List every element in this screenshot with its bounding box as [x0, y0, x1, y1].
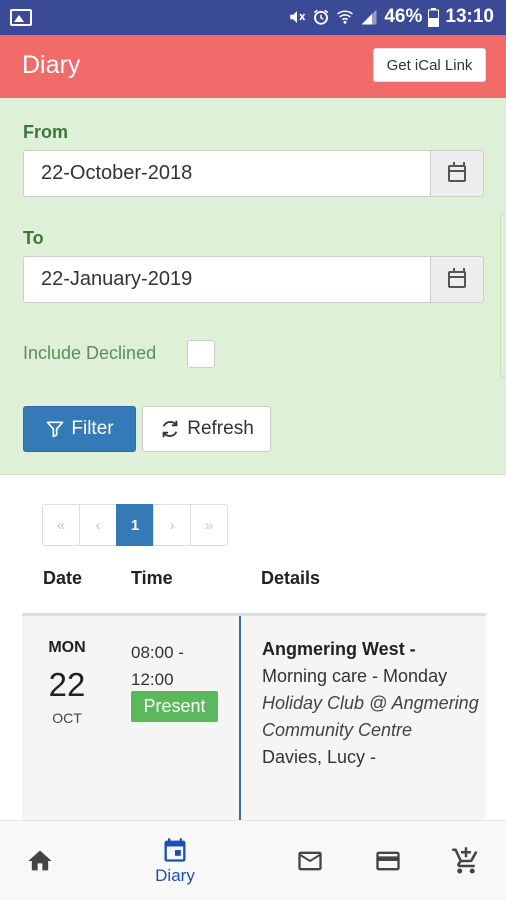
- signal-icon: [361, 9, 377, 25]
- row-weekday: MON: [48, 639, 86, 656]
- refresh-button[interactable]: Refresh: [142, 406, 271, 452]
- battery-icon: [428, 7, 440, 27]
- nav-diary-label: Diary: [155, 866, 195, 885]
- bottom-navigation: Diary: [0, 820, 506, 900]
- from-date-input[interactable]: 22-October-2018: [23, 150, 430, 197]
- page-next-button[interactable]: ›: [153, 504, 191, 546]
- nav-messages[interactable]: [292, 821, 328, 900]
- row-time-start: 08:00 -: [131, 643, 184, 662]
- alarm-icon: [314, 9, 329, 25]
- calendar-icon: [164, 838, 186, 862]
- page-last-button[interactable]: »: [190, 504, 228, 546]
- row-person: Davies, Lucy -: [262, 747, 377, 767]
- status-badge: Present: [131, 691, 218, 722]
- column-header-details: Details: [261, 568, 321, 588]
- app-header: Diary Get iCal Link: [0, 35, 506, 98]
- to-date-group: 22-January-2019: [23, 256, 484, 303]
- calendar-icon: [448, 162, 466, 182]
- filter-button-label: Filter: [71, 418, 114, 439]
- nav-home[interactable]: [20, 821, 60, 900]
- row-day-number: 22: [48, 666, 86, 703]
- mail-icon: [298, 851, 322, 871]
- battery-percent: 46%: [384, 6, 423, 27]
- row-title: Angmering West -: [262, 639, 416, 659]
- nav-basket[interactable]: [448, 821, 484, 900]
- row-time: 08:00 - 12:00: [131, 639, 184, 693]
- to-calendar-button[interactable]: [430, 256, 484, 303]
- status-icons: 46% 13:10: [288, 6, 494, 28]
- from-date-group: 22-October-2018: [23, 150, 484, 197]
- filter-panel: From 22-October-2018 To 22-January-2019 …: [0, 98, 506, 475]
- row-session: Morning care - Monday: [262, 666, 448, 686]
- refresh-button-label: Refresh: [187, 418, 254, 439]
- row-time-end: 12:00: [131, 670, 174, 689]
- row-details: Angmering West - Morning care - Monday H…: [262, 636, 482, 771]
- refresh-icon: [162, 420, 178, 438]
- clock: 13:10: [445, 6, 494, 27]
- page-title: Diary: [22, 51, 81, 79]
- page-first-button[interactable]: «: [42, 504, 80, 546]
- row-venue: Holiday Club @ Angmering Community Centr…: [262, 693, 479, 740]
- calendar-icon: [448, 268, 466, 288]
- filter-button[interactable]: Filter: [23, 406, 136, 452]
- from-label: From: [23, 122, 68, 142]
- gallery-notification-icon: [10, 9, 32, 26]
- column-header-date: Date: [43, 568, 83, 588]
- row-accent-line: [239, 616, 241, 826]
- credit-card-icon: [376, 851, 400, 871]
- to-label: To: [23, 228, 44, 248]
- add-to-cart-icon: [452, 847, 478, 874]
- get-ical-link-button[interactable]: Get iCal Link: [373, 48, 486, 82]
- include-declined-label: Include Declined: [23, 343, 157, 363]
- pagination: « ‹ 1 › »: [42, 504, 228, 546]
- funnel-icon: [47, 421, 64, 438]
- include-declined-checkbox[interactable]: [187, 340, 215, 368]
- nav-payments[interactable]: [370, 821, 406, 900]
- from-calendar-button[interactable]: [430, 150, 484, 197]
- page-current-button[interactable]: 1: [116, 504, 154, 546]
- to-date-input[interactable]: 22-January-2019: [23, 256, 430, 303]
- page-prev-button[interactable]: ‹: [79, 504, 117, 546]
- row-month: OCT: [52, 710, 82, 726]
- column-header-time: Time: [131, 568, 173, 588]
- mute-icon: [290, 11, 306, 23]
- nav-diary[interactable]: Diary: [144, 821, 206, 900]
- status-bar: 46% 13:10: [0, 0, 506, 35]
- home-icon: [28, 850, 52, 871]
- side-drawer-handle[interactable]: [500, 213, 506, 378]
- wifi-icon: [337, 10, 354, 24]
